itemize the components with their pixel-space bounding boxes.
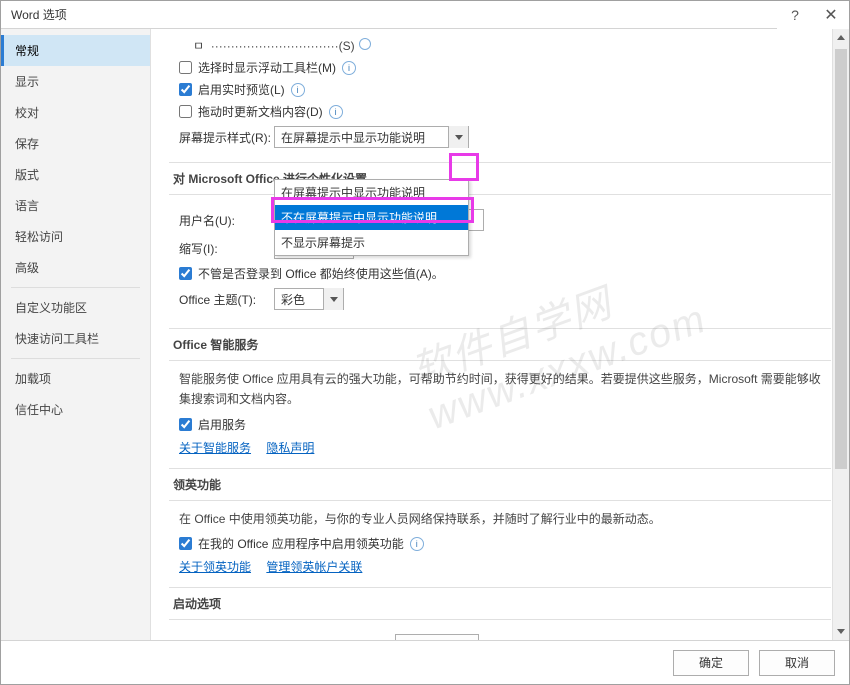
screentip-combo-text: 在屏幕提示中显示功能说明	[275, 129, 448, 146]
checkbox-live-preview[interactable]	[179, 83, 192, 96]
checkbox-linkedin-enable[interactable]	[179, 537, 192, 550]
link-about-linkedin[interactable]: 关于领英功能	[179, 560, 251, 574]
username-label: 用户名(U):	[179, 212, 274, 229]
truncated-option-row: ㅁ ································(S)	[169, 37, 831, 54]
checkbox-update-drag[interactable]	[179, 105, 192, 118]
screentip-combo-button[interactable]	[448, 126, 468, 148]
scroll-down-button[interactable]	[833, 623, 849, 640]
sidebar-item-general[interactable]: 常规	[1, 35, 150, 66]
vertical-scrollbar[interactable]	[832, 29, 849, 640]
section-personalize-header: 对 Microsoft Office 进行个性化设置	[169, 162, 831, 195]
sidebar-item-trust-center[interactable]: 信任中心	[1, 394, 150, 425]
sidebar-separator	[11, 358, 140, 359]
dialog-title: Word 选项	[11, 6, 777, 23]
cancel-button[interactable]: 取消	[759, 650, 835, 676]
sidebar: 常规 显示 校对 保存 版式 语言 轻松访问 高级 自定义功能区 快速访问工具栏…	[1, 29, 151, 640]
info-icon[interactable]: i	[342, 61, 356, 75]
sidebar-item-advanced[interactable]: 高级	[1, 252, 150, 283]
checkbox-always-use[interactable]	[179, 267, 192, 280]
titlebar: Word 选项 ? ✕	[1, 1, 849, 29]
label-linkedin-enable: 在我的 Office 应用程序中启用领英功能	[198, 535, 404, 552]
sidebar-item-language[interactable]: 语言	[1, 190, 150, 221]
link-privacy[interactable]: 隐私声明	[266, 441, 314, 455]
option-update-drag[interactable]: 拖动时更新文档内容(D) i	[169, 103, 831, 120]
sidebar-item-quick-access[interactable]: 快速访问工具栏	[1, 323, 150, 354]
ok-button[interactable]: 确定	[673, 650, 749, 676]
sidebar-item-display[interactable]: 显示	[1, 66, 150, 97]
intelligent-desc: 智能服务使 Office 应用具有云的强大功能，可帮助节约时间，获得更好的结果。…	[179, 369, 831, 410]
theme-combo-text: 彩色	[275, 291, 323, 308]
screentip-dropdown[interactable]: 在屏幕提示中显示功能说明 不在屏幕提示中显示功能说明 不显示屏幕提示	[274, 179, 469, 256]
scroll-up-button[interactable]	[833, 29, 849, 46]
linkedin-desc: 在 Office 中使用领英功能，与你的专业人员网络保持联系，并随时了解行业中的…	[179, 509, 831, 529]
label-always-use: 不管是否登录到 Office 都始终使用这些值(A)。	[198, 265, 444, 282]
screentip-label: 屏幕提示样式(R):	[179, 129, 274, 146]
sidebar-item-proofing[interactable]: 校对	[1, 97, 150, 128]
sidebar-item-ease-of-access[interactable]: 轻松访问	[1, 221, 150, 252]
dialog-footer: 确定 取消	[1, 640, 849, 684]
sidebar-item-customize-ribbon[interactable]: 自定义功能区	[1, 292, 150, 323]
sidebar-item-addins[interactable]: 加载项	[1, 363, 150, 394]
default-ext-label: 选择希望 Word 默认情况下打开扩展名:	[179, 639, 385, 640]
chevron-down-icon	[330, 297, 338, 302]
label-intelligent-enable: 启用服务	[198, 416, 246, 433]
theme-row: Office 主题(T): 彩色	[179, 288, 831, 310]
intelligent-enable-row[interactable]: 启用服务	[179, 416, 831, 433]
screentip-combo[interactable]: 在屏幕提示中显示功能说明	[274, 126, 469, 148]
checkbox-mini-toolbar[interactable]	[179, 61, 192, 74]
screentip-row: 屏幕提示样式(R): 在屏幕提示中显示功能说明	[169, 126, 831, 148]
sidebar-separator	[11, 287, 140, 288]
theme-combo[interactable]: 彩色	[274, 288, 344, 310]
link-manage-linkedin[interactable]: 管理领英帐户关联	[266, 560, 362, 574]
dropdown-option-0[interactable]: 在屏幕提示中显示功能说明	[275, 180, 468, 205]
help-button[interactable]: ?	[777, 1, 813, 29]
default-ext-row: 选择希望 Word 默认情况下打开扩展名: 默认程序...	[179, 634, 831, 640]
info-icon[interactable]: i	[410, 537, 424, 551]
linkedin-enable-row[interactable]: 在我的 Office 应用程序中启用领英功能 i	[179, 535, 831, 552]
option-mini-toolbar[interactable]: 选择时显示浮动工具栏(M) i	[169, 59, 831, 76]
checkbox-intelligent-enable[interactable]	[179, 418, 192, 431]
dropdown-option-2[interactable]: 不显示屏幕提示	[275, 230, 468, 255]
label-mini-toolbar: 选择时显示浮动工具栏(M)	[198, 59, 336, 76]
link-about-intelligent[interactable]: 关于智能服务	[179, 441, 251, 455]
dialog-body: 常规 显示 校对 保存 版式 语言 轻松访问 高级 自定义功能区 快速访问工具栏…	[1, 29, 849, 640]
option-live-preview[interactable]: 启用实时预览(L) i	[169, 81, 831, 98]
always-use-row[interactable]: 不管是否登录到 Office 都始终使用这些值(A)。	[179, 265, 831, 282]
initials-label: 缩写(I):	[179, 240, 274, 257]
scroll-thumb[interactable]	[835, 49, 847, 469]
word-options-dialog: Word 选项 ? ✕ 常规 显示 校对 保存 版式 语言 轻松访问 高级 自定…	[0, 0, 850, 685]
sidebar-item-layout[interactable]: 版式	[1, 159, 150, 190]
info-icon[interactable]: i	[329, 105, 343, 119]
chevron-down-icon	[455, 135, 463, 140]
theme-label: Office 主题(T):	[179, 291, 274, 308]
section-startup-header: 启动选项	[169, 587, 831, 620]
close-button[interactable]: ✕	[813, 1, 849, 29]
sidebar-item-save[interactable]: 保存	[1, 128, 150, 159]
theme-combo-button[interactable]	[323, 288, 343, 310]
main-pane: 软件自学网 www.xxxw.com ㅁ ···················…	[151, 29, 849, 640]
triangle-up-icon	[837, 35, 845, 40]
label-update-drag: 拖动时更新文档内容(D)	[198, 103, 323, 120]
info-icon	[359, 38, 371, 50]
label-live-preview: 启用实时预览(L)	[198, 81, 285, 98]
triangle-down-icon	[837, 629, 845, 634]
dropdown-option-1[interactable]: 不在屏幕提示中显示功能说明	[275, 205, 468, 230]
default-programs-button[interactable]: 默认程序...	[395, 634, 479, 640]
info-icon[interactable]: i	[291, 83, 305, 97]
section-intelligent-header: Office 智能服务	[169, 328, 831, 361]
section-linkedin-header: 领英功能	[169, 468, 831, 501]
